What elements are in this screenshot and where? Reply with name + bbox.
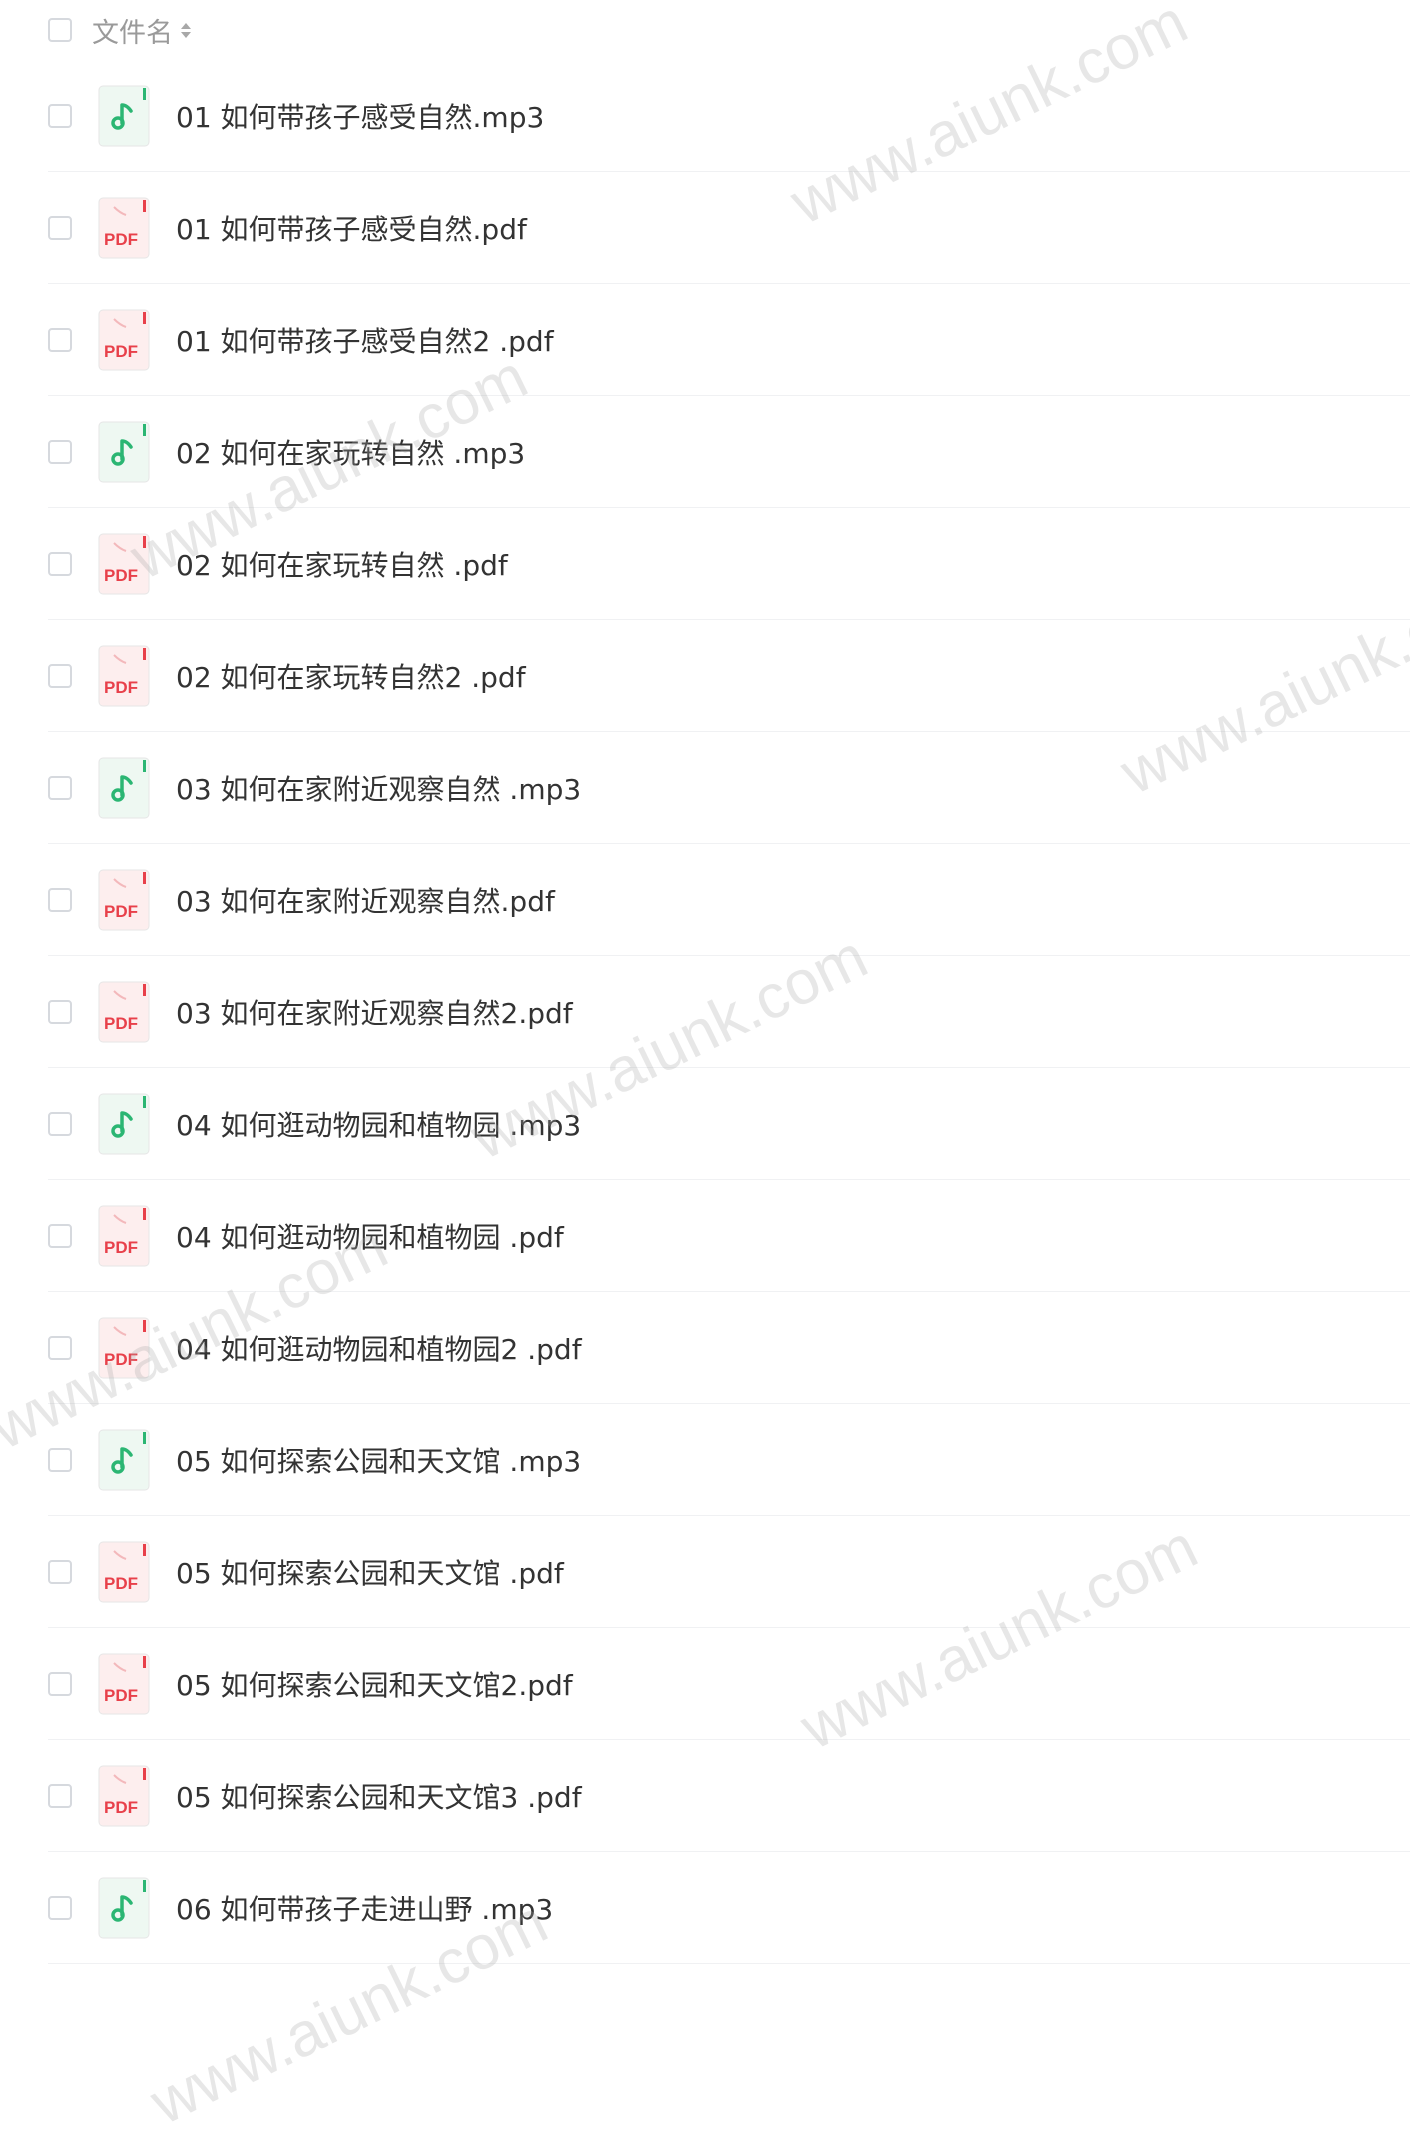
file-checkbox[interactable] [48, 1111, 72, 1136]
pdf-icon-label: PDF [104, 1350, 138, 1369]
filename-column-header[interactable]: 文件名 [92, 11, 173, 50]
file-row[interactable]: PDF 02 如何在家玩转自然2 .pdf [48, 620, 1410, 732]
pdf-file-icon: PDF [98, 1541, 150, 1603]
file-row[interactable]: 03 如何在家附近观察自然 .mp3 [48, 732, 1410, 844]
file-row[interactable]: 01 如何带孩子感受自然.mp3 [48, 60, 1410, 172]
file-list: 文件名 01 如何带孩子感受自然.mp3 PDF 01 如何带孩子感受自然.pdf P… [48, 0, 1410, 1964]
audio-file-icon [98, 1093, 150, 1155]
file-name[interactable]: 01 如何带孩子感受自然2 .pdf [176, 320, 554, 360]
file-checkbox[interactable] [48, 1671, 72, 1696]
pdf-file-icon: PDF [98, 1653, 150, 1715]
file-row[interactable]: PDF 01 如何带孩子感受自然.pdf [48, 172, 1410, 284]
file-checkbox[interactable] [48, 103, 72, 128]
audio-file-icon [98, 1429, 150, 1491]
file-checkbox[interactable] [48, 1335, 72, 1360]
file-checkbox[interactable] [48, 215, 72, 240]
pdf-icon-label: PDF [104, 342, 138, 361]
file-checkbox[interactable] [48, 1447, 72, 1472]
file-name[interactable]: 05 如何探索公园和天文馆3 .pdf [176, 1776, 582, 1816]
file-row[interactable]: PDF 03 如何在家附近观察自然.pdf [48, 844, 1410, 956]
file-name[interactable]: 06 如何带孩子走进山野 .mp3 [176, 1888, 553, 1928]
file-checkbox[interactable] [48, 663, 72, 688]
file-checkbox[interactable] [48, 1783, 72, 1808]
pdf-icon-label: PDF [104, 1686, 138, 1705]
file-row[interactable]: PDF 04 如何逛动物园和植物园2 .pdf [48, 1292, 1410, 1404]
file-name[interactable]: 03 如何在家附近观察自然2.pdf [176, 992, 573, 1032]
file-name[interactable]: 04 如何逛动物园和植物园 .mp3 [176, 1104, 581, 1144]
pdf-icon-label: PDF [104, 230, 138, 249]
pdf-icon-label: PDF [104, 1014, 138, 1033]
file-name[interactable]: 05 如何探索公园和天文馆 .pdf [176, 1552, 564, 1592]
file-name[interactable]: 04 如何逛动物园和植物园2 .pdf [176, 1328, 582, 1368]
file-name[interactable]: 01 如何带孩子感受自然.mp3 [176, 96, 544, 136]
pdf-file-icon: PDF [98, 309, 150, 371]
file-row[interactable]: PDF 05 如何探索公园和天文馆2.pdf [48, 1628, 1410, 1740]
file-row[interactable]: 02 如何在家玩转自然 .mp3 [48, 396, 1410, 508]
pdf-file-icon: PDF [98, 981, 150, 1043]
audio-file-icon [98, 757, 150, 819]
pdf-icon-label: PDF [104, 1574, 138, 1593]
pdf-file-icon: PDF [98, 1317, 150, 1379]
sort-icon[interactable] [181, 22, 191, 38]
file-row[interactable]: PDF 05 如何探索公园和天文馆 .pdf [48, 1516, 1410, 1628]
file-name[interactable]: 04 如何逛动物园和植物园 .pdf [176, 1216, 564, 1256]
file-name[interactable]: 02 如何在家玩转自然 .pdf [176, 544, 508, 584]
file-name[interactable]: 03 如何在家附近观察自然 .mp3 [176, 768, 581, 808]
pdf-file-icon: PDF [98, 197, 150, 259]
pdf-icon-label: PDF [104, 678, 138, 697]
audio-file-icon [98, 1877, 150, 1939]
file-name[interactable]: 02 如何在家玩转自然 .mp3 [176, 432, 525, 472]
pdf-file-icon: PDF [98, 645, 150, 707]
file-checkbox[interactable] [48, 999, 72, 1024]
pdf-icon-label: PDF [104, 902, 138, 921]
file-row[interactable]: PDF 01 如何带孩子感受自然2 .pdf [48, 284, 1410, 396]
pdf-file-icon: PDF [98, 1765, 150, 1827]
file-name[interactable]: 05 如何探索公园和天文馆 .mp3 [176, 1440, 581, 1480]
file-checkbox[interactable] [48, 439, 72, 464]
file-name[interactable]: 05 如何探索公园和天文馆2.pdf [176, 1664, 573, 1704]
file-row[interactable]: PDF 04 如何逛动物园和植物园 .pdf [48, 1180, 1410, 1292]
file-row[interactable]: 06 如何带孩子走进山野 .mp3 [48, 1852, 1410, 1964]
file-checkbox[interactable] [48, 327, 72, 352]
file-row[interactable]: 04 如何逛动物园和植物园 .mp3 [48, 1068, 1410, 1180]
file-row[interactable]: PDF 02 如何在家玩转自然 .pdf [48, 508, 1410, 620]
audio-file-icon [98, 421, 150, 483]
file-checkbox[interactable] [48, 775, 72, 800]
file-name[interactable]: 03 如何在家附近观察自然.pdf [176, 880, 555, 920]
pdf-file-icon: PDF [98, 1205, 150, 1267]
audio-file-icon [98, 85, 150, 147]
file-checkbox[interactable] [48, 1223, 72, 1248]
file-checkbox[interactable] [48, 887, 72, 912]
pdf-file-icon: PDF [98, 869, 150, 931]
file-row[interactable]: PDF 05 如何探索公园和天文馆3 .pdf [48, 1740, 1410, 1852]
file-name[interactable]: 01 如何带孩子感受自然.pdf [176, 208, 527, 248]
pdf-file-icon: PDF [98, 533, 150, 595]
list-header: 文件名 [48, 0, 1410, 60]
pdf-icon-label: PDF [104, 1238, 138, 1257]
pdf-icon-label: PDF [104, 566, 138, 585]
file-row[interactable]: PDF 03 如何在家附近观察自然2.pdf [48, 956, 1410, 1068]
file-checkbox[interactable] [48, 1895, 72, 1920]
pdf-icon-label: PDF [104, 1798, 138, 1817]
file-checkbox[interactable] [48, 1559, 72, 1584]
file-rows: 01 如何带孩子感受自然.mp3 PDF 01 如何带孩子感受自然.pdf PDF 01… [48, 60, 1410, 1964]
file-name[interactable]: 02 如何在家玩转自然2 .pdf [176, 656, 526, 696]
file-row[interactable]: 05 如何探索公园和天文馆 .mp3 [48, 1404, 1410, 1516]
select-all-checkbox[interactable] [48, 18, 72, 42]
file-checkbox[interactable] [48, 551, 72, 576]
